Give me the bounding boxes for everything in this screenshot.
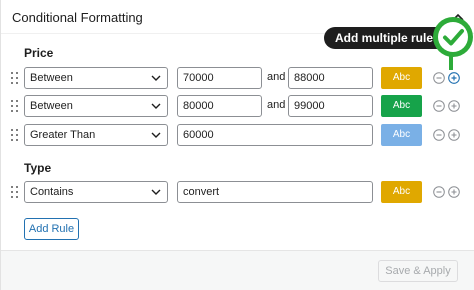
conditional-formatting-panel: Conditional Formatting Price Between 700… (0, 0, 474, 290)
plus-circle-icon[interactable] (448, 100, 460, 112)
chevron-down-icon (151, 189, 161, 195)
drag-handle-icon[interactable] (11, 100, 19, 114)
value-input[interactable]: 70000 (177, 67, 262, 89)
operator-select[interactable]: Between (24, 95, 168, 117)
drag-handle-icon[interactable] (11, 129, 19, 143)
add-rule-button[interactable]: Add Rule (24, 218, 79, 240)
price-rule-row: Between 70000 and 88000 Abc (1, 67, 474, 91)
plus-circle-icon[interactable] (448, 186, 460, 198)
second-value-input[interactable]: 88000 (288, 67, 373, 89)
format-preview-button[interactable]: Abc (381, 95, 422, 117)
minus-circle-icon[interactable] (433, 72, 445, 84)
operator-select[interactable]: Between (24, 67, 168, 89)
type-section-label: Type (24, 161, 52, 175)
format-preview-button[interactable]: Abc (381, 181, 422, 203)
price-rule-row: Greater Than 60000 Abc (1, 124, 474, 148)
price-section-label: Price (24, 46, 54, 60)
operator-value: Between (30, 72, 73, 84)
minus-circle-icon[interactable] (433, 129, 445, 141)
operator-value: Contains (30, 186, 74, 198)
chevron-down-icon (151, 103, 161, 109)
drag-handle-icon[interactable] (11, 186, 19, 200)
second-value-input[interactable]: 99000 (288, 95, 373, 117)
minus-circle-icon[interactable] (433, 100, 445, 112)
chevron-down-icon (151, 132, 161, 138)
minus-circle-icon[interactable] (433, 186, 445, 198)
check-badge-icon (433, 17, 473, 57)
plus-circle-icon[interactable] (448, 129, 460, 141)
value-input[interactable]: 60000 (177, 124, 373, 146)
and-label: and (267, 99, 286, 111)
panel-title: Conditional Formatting (12, 10, 143, 25)
operator-value: Between (30, 100, 73, 112)
save-apply-button[interactable]: Save & Apply (378, 260, 458, 282)
type-rule-row: Contains convert Abc (1, 181, 474, 205)
tooltip-pointer (449, 56, 453, 70)
price-rule-row: Between 80000 and 99000 Abc (1, 95, 474, 119)
format-preview-button[interactable]: Abc (381, 124, 422, 146)
plus-circle-icon[interactable] (448, 72, 460, 84)
format-preview-button[interactable]: Abc (381, 67, 422, 89)
value-input[interactable]: 80000 (177, 95, 262, 117)
and-label: and (267, 71, 286, 83)
operator-select[interactable]: Greater Than (24, 124, 168, 146)
operator-select[interactable]: Contains (24, 181, 168, 203)
drag-handle-icon[interactable] (11, 72, 19, 86)
chevron-down-icon (151, 75, 161, 81)
value-input[interactable]: convert (177, 181, 373, 203)
operator-value: Greater Than (30, 129, 96, 141)
